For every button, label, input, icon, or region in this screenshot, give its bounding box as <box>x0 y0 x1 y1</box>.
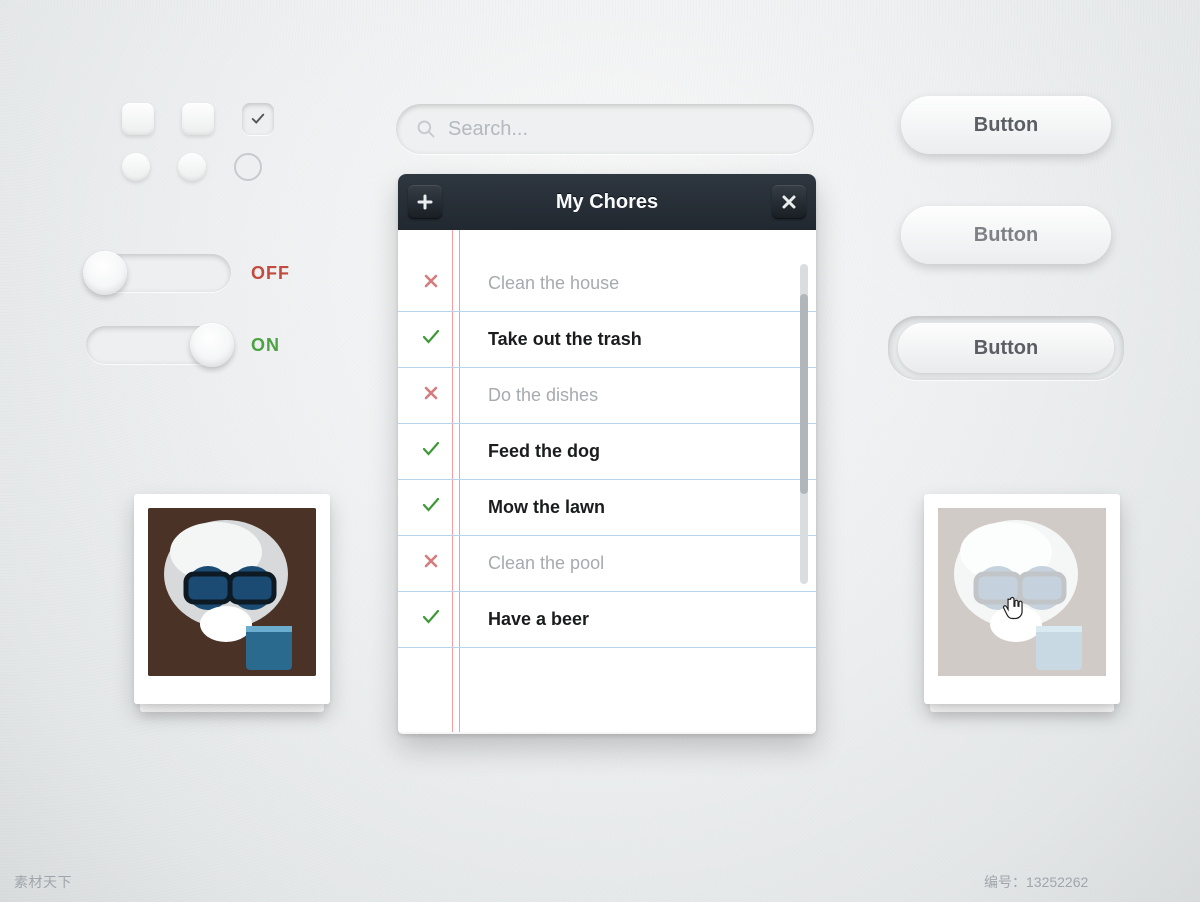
radio-raised-1[interactable] <box>122 153 150 181</box>
search-icon <box>416 119 436 139</box>
chores-panel: My Chores Clean the house Take out the tr… <box>398 174 816 734</box>
check-icon <box>420 608 442 631</box>
chore-row[interactable]: Clean the pool <box>398 536 816 592</box>
close-icon <box>782 195 796 209</box>
check-icon <box>251 112 265 126</box>
toggle-on-label: ON <box>251 335 280 356</box>
check-icon <box>420 496 442 519</box>
checkbox-checked[interactable] <box>242 103 274 135</box>
plus-icon <box>417 194 433 210</box>
chores-title: My Chores <box>556 191 658 214</box>
watermark-credit: 编号：13252262 <box>984 872 1088 892</box>
scrollbar-track[interactable] <box>800 264 808 584</box>
search-field[interactable] <box>396 104 814 154</box>
checkbox-unchecked-1[interactable] <box>122 103 154 135</box>
chores-list: Clean the house Take out the trash Do the … <box>398 230 816 734</box>
watermark-site: 素材天下 <box>14 872 72 892</box>
chore-text: Have a beer <box>488 609 589 630</box>
chore-text: Clean the house <box>488 273 619 294</box>
buttons-block: Button Button Button <box>888 96 1124 380</box>
x-icon <box>420 274 442 293</box>
search-input[interactable] <box>448 118 794 141</box>
form-controls-block <box>122 103 322 199</box>
toggle-knob[interactable] <box>83 251 127 295</box>
chore-row[interactable]: Feed the dog <box>398 424 816 480</box>
button-pressed-label: Button <box>898 323 1114 373</box>
chore-row[interactable]: Clean the house <box>398 256 816 312</box>
button-pressed[interactable]: Button <box>888 316 1124 380</box>
chores-header: My Chores <box>398 174 816 230</box>
chore-row[interactable]: Have a beer <box>398 592 816 648</box>
add-button[interactable] <box>408 185 442 219</box>
check-icon <box>420 440 442 463</box>
toggle-off-label: OFF <box>251 263 290 284</box>
radio-raised-2[interactable] <box>178 153 206 181</box>
avatar-illustration <box>938 508 1106 676</box>
radio-outlined[interactable] <box>234 153 262 181</box>
chore-row[interactable]: Mow the lawn <box>398 480 816 536</box>
polaroid-photo-overlay <box>938 508 1106 676</box>
chore-text: Feed the dog <box>488 441 600 462</box>
hand-cursor-icon <box>1000 594 1028 622</box>
polaroid-stack-normal[interactable] <box>134 494 330 704</box>
toggle-on[interactable] <box>86 326 231 364</box>
chore-text: Take out the trash <box>488 329 642 350</box>
toggle-off[interactable] <box>86 254 231 292</box>
polaroid-photo <box>148 508 316 676</box>
avatar-illustration <box>148 508 316 676</box>
chore-row[interactable]: Take out the trash <box>398 312 816 368</box>
scrollbar-thumb[interactable] <box>800 294 808 494</box>
checkbox-unchecked-2[interactable] <box>182 103 214 135</box>
button-primary[interactable]: Button <box>901 96 1111 154</box>
chore-row[interactable]: Do the dishes <box>398 368 816 424</box>
chore-text: Do the dishes <box>488 385 598 406</box>
chore-text: Clean the pool <box>488 553 604 574</box>
toggle-knob[interactable] <box>190 323 234 367</box>
toggles-block: OFF ON <box>86 254 336 398</box>
button-secondary[interactable]: Button <box>901 206 1111 264</box>
x-icon <box>420 386 442 405</box>
check-icon <box>420 328 442 351</box>
chore-text: Mow the lawn <box>488 497 605 518</box>
close-button[interactable] <box>772 185 806 219</box>
x-icon <box>420 554 442 573</box>
